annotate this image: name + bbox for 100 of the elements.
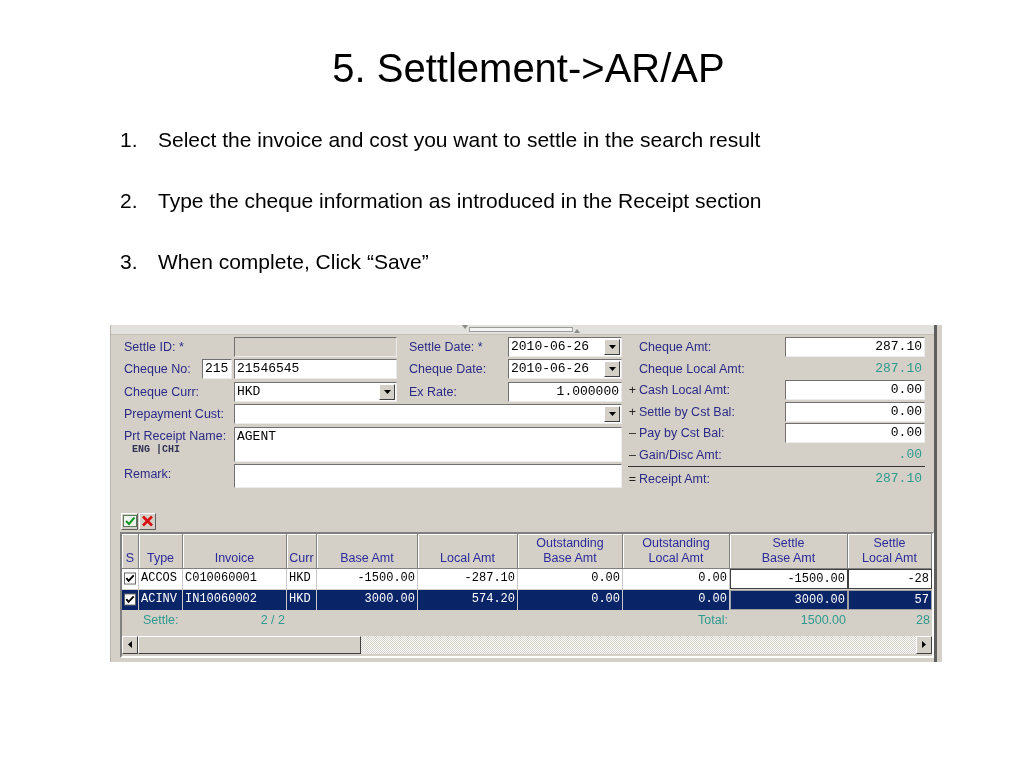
operator-sign: = (627, 470, 638, 488)
column-header[interactable]: Type (139, 533, 183, 569)
dropdown-field[interactable] (234, 404, 622, 425)
field-label: Pay by Cst Bal: (639, 425, 726, 442)
dropdown-button[interactable] (604, 339, 620, 355)
field-label: Gain/Disc Amt: (639, 446, 723, 464)
slide-title: 5. Settlement->AR/AP (332, 48, 725, 88)
step-text: Type the cheque information as introduced in the Receipt section (158, 188, 762, 214)
table-cell[interactable]: -1500.00 (730, 568, 848, 589)
field-label: Cheque Curr: (124, 384, 200, 399)
caret-icon (608, 412, 616, 417)
column-header[interactable]: Outstanding Base Amt (518, 533, 623, 569)
table-cell: 0.00 (518, 568, 623, 589)
table-cell: HKD (287, 568, 317, 589)
input-field[interactable] (234, 464, 622, 489)
scroll-left-button[interactable] (122, 635, 138, 654)
table-cell: 0.00 (623, 568, 730, 589)
operator-sign: – (628, 425, 637, 442)
checkbox[interactable] (124, 593, 136, 606)
table-cell: 3000.00 (317, 589, 418, 610)
prefix-field[interactable]: 215 (202, 359, 232, 380)
table-cell: 0.00 (623, 589, 730, 610)
dropdown-button[interactable] (379, 383, 395, 400)
language-toggle[interactable]: ENG |CHI (124, 443, 180, 455)
column-header[interactable]: Settle Local Amt (848, 533, 932, 569)
right-arrow-icon (922, 641, 926, 648)
dropdown-button[interactable] (604, 361, 620, 378)
dropdown-button[interactable] (604, 406, 620, 423)
input-field[interactable]: 21546545 (234, 359, 397, 380)
amount-field[interactable]: 287.10 (785, 337, 925, 357)
amount-value: .00 (897, 446, 923, 464)
field-label: Cheque Amt: (639, 339, 713, 356)
dropdown-field[interactable]: HKD (234, 381, 397, 402)
field-label: Settle by Cst Bal: (639, 403, 736, 421)
table-cell: 574.20 (418, 589, 518, 610)
total-value: 287.10 (874, 470, 923, 488)
summary-label: Settle: (142, 611, 180, 629)
step-text: Select the invoice and cost you want to settle in the search result (158, 127, 761, 153)
step-number: 3. (120, 249, 139, 275)
table-row[interactable]: ACCOS C010060001 HKD -1500.00 -287.10 0.00 0.00 -1500.00 -28 (122, 568, 932, 590)
field-label: Remark: (124, 467, 172, 482)
check-all-button[interactable] (121, 512, 138, 530)
summary-value: 1500.00 (799, 611, 847, 629)
table-cell[interactable]: 57 (848, 589, 932, 610)
summary-value: 28 (915, 611, 931, 629)
summary-label: Total: (697, 611, 729, 629)
table-cell: 0.00 (518, 589, 623, 610)
splitter-handle[interactable] (462, 325, 580, 333)
table-cell: -287.10 (418, 568, 518, 589)
field-label: Prt Receipt Name: (124, 428, 227, 443)
step-text: When complete, Click “Save” (158, 249, 429, 275)
text-area[interactable]: AGENT (234, 426, 622, 462)
left-arrow-icon (128, 641, 132, 648)
table-cell[interactable]: -28 (848, 568, 932, 589)
step-number: 2. (120, 188, 139, 214)
field-label: Cheque Local Amt: (639, 360, 746, 378)
checkbox[interactable] (124, 572, 136, 585)
column-header[interactable]: Settle Base Amt (730, 533, 848, 569)
field-label: Cheque Date: (409, 362, 487, 377)
table-cell[interactable]: 3000.00 (730, 589, 848, 610)
column-header[interactable]: Outstanding Local Amt (623, 533, 730, 569)
amount-field[interactable]: 0.00 (785, 423, 925, 443)
field-label: Cheque No: (124, 362, 191, 377)
table-cell: ACINV (139, 589, 183, 610)
summary-value: 2 / 2 (259, 611, 286, 629)
step-number: 1. (120, 127, 139, 153)
table-row[interactable]: ACINV IN10060002 HKD 3000.00 574.20 0.00 0.00 3000.00 57 (122, 589, 932, 611)
table-cell: C010060001 (183, 568, 287, 589)
field-label: Settle ID: * (124, 340, 184, 354)
field-label: Ex Rate: (409, 384, 457, 399)
column-header[interactable]: Invoice (183, 533, 287, 569)
amount-value: 287.10 (874, 360, 923, 378)
caret-icon (608, 367, 616, 372)
cross-icon (141, 515, 154, 527)
amount-field[interactable]: 0.00 (785, 401, 925, 422)
column-header[interactable]: Base Amt (317, 533, 418, 569)
dropdown-field[interactable]: 2010-06-26 (508, 359, 622, 380)
uncheck-all-button[interactable] (139, 512, 156, 530)
input-field[interactable]: 1.000000 (508, 381, 622, 402)
operator-sign: – (628, 446, 637, 464)
column-header[interactable]: Local Amt (418, 533, 518, 569)
field-label: Receipt Amt: (639, 470, 711, 488)
table-cell: HKD (287, 589, 317, 610)
field-label: Cash Local Amt: (639, 382, 731, 399)
tick-box-icon (122, 515, 137, 527)
table-cell: IN10060002 (183, 589, 287, 610)
field-label: Settle Date: * (409, 340, 483, 354)
column-header[interactable]: S (122, 533, 139, 569)
operator-sign: + (627, 382, 638, 399)
table-cell: ACCOS (139, 568, 183, 589)
scrollbar-thumb[interactable] (138, 635, 361, 654)
dropdown-field[interactable]: 2010-06-26 (508, 337, 622, 357)
column-header[interactable]: Curr (287, 533, 317, 569)
scroll-right-button[interactable] (916, 635, 932, 654)
caret-icon (608, 345, 616, 349)
field-label: Prepayment Cust: (124, 407, 225, 422)
table-cell: -1500.00 (317, 568, 418, 589)
operator-sign: + (627, 403, 638, 421)
amount-field[interactable]: 0.00 (785, 380, 925, 400)
caret-icon (383, 389, 391, 394)
